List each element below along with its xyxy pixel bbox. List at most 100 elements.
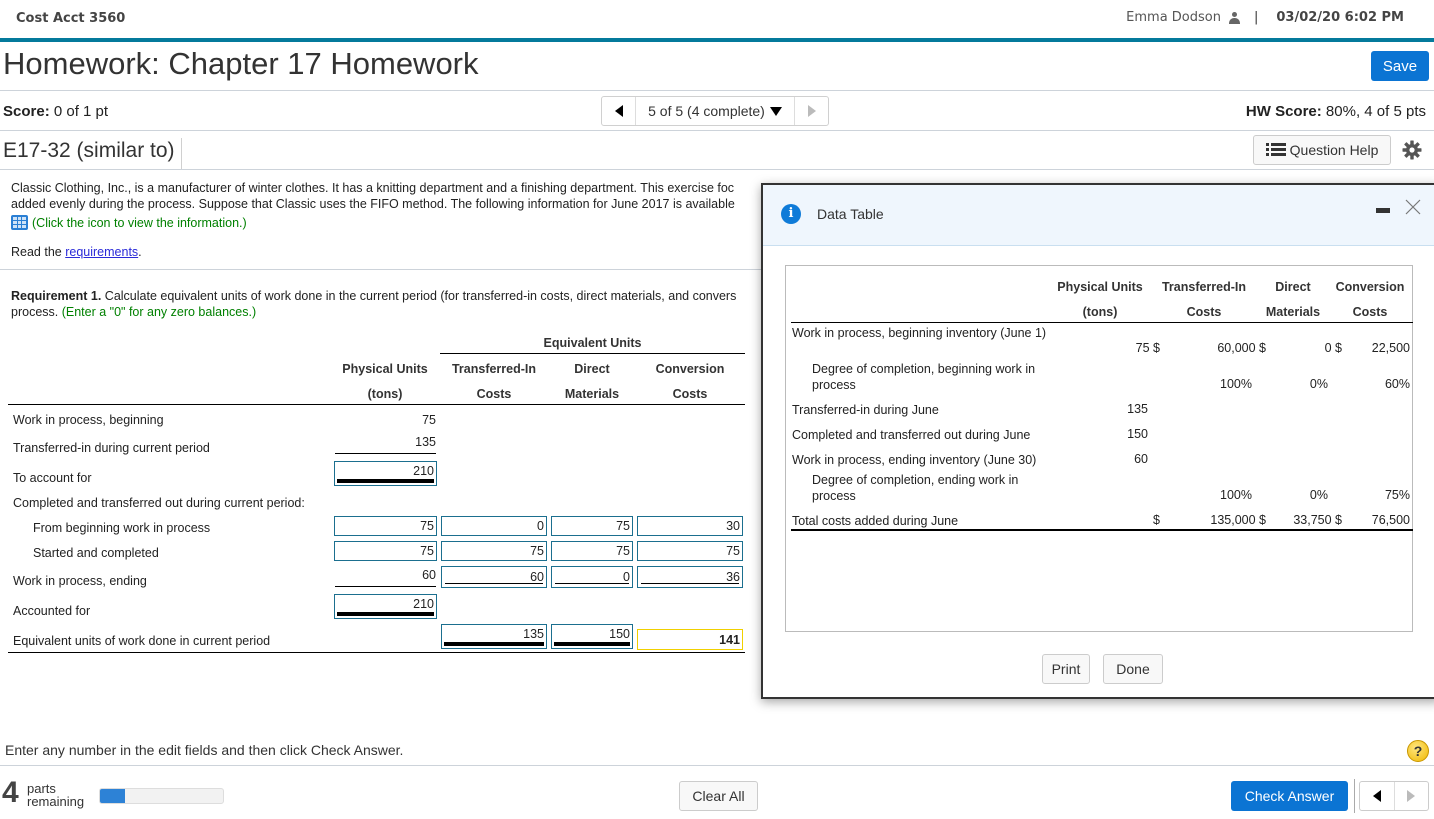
divider: [0, 169, 1434, 170]
arrow-left-icon: [614, 105, 623, 117]
requirement-hint: (Enter a "0" for any zero balances.): [61, 305, 257, 319]
beginning-wip-materials-input[interactable]: [551, 516, 633, 536]
caret-down-icon: [769, 106, 782, 116]
hw-score-label: HW Score:: [1245, 103, 1322, 120]
dt-col-header-physical: Physical Units: [1057, 280, 1143, 294]
next-part-button[interactable]: [1395, 782, 1429, 810]
section-label: Completed and transferred out during cur…: [13, 496, 305, 510]
row-label: Work in process, ending: [13, 574, 147, 588]
divider: [0, 269, 770, 270]
ending-wip-conversion-input[interactable]: [637, 566, 743, 588]
read-suffix: .: [138, 245, 142, 259]
dt-row-label: Total costs added during June: [792, 514, 959, 528]
col-header-physical-sub: (tons): [367, 387, 403, 401]
col-header-transferred: Transferred-In: [451, 362, 537, 376]
header-separator: |: [1253, 10, 1259, 25]
problem-statement: Classic Clothing, Inc., is a manufacture…: [11, 180, 771, 212]
dialog-header[interactable]: i Data Table: [763, 185, 1434, 246]
dt-col-header-transferred: Transferred-In: [1161, 280, 1247, 294]
read-prefix: Read the: [11, 245, 66, 259]
dt-header-rule: [791, 322, 1413, 323]
beginning-wip-transferred-input[interactable]: [441, 516, 547, 536]
requirement-body: Calculate equivalent units of work done …: [101, 289, 737, 303]
total-double-rule: [337, 612, 434, 616]
check-answer-button[interactable]: Check Answer: [1231, 781, 1348, 811]
ending-wip-physical-value: 60: [422, 568, 436, 582]
started-completed-conversion-input[interactable]: [637, 541, 743, 561]
subtotal-rule: [641, 583, 739, 584]
previous-part-button[interactable]: [1360, 782, 1395, 810]
data-table-dialog: i Data Table Physical Units (tons) Trans…: [761, 183, 1434, 699]
help-question-icon[interactable]: ?: [1407, 740, 1429, 762]
started-completed-materials-input[interactable]: [551, 541, 633, 561]
divider: [0, 90, 1434, 91]
dt-transferred: 100%: [1220, 488, 1252, 502]
instruction-text: Enter any number in the edit fields and …: [5, 742, 404, 758]
dialog-title: Data Table: [817, 206, 884, 222]
top-bar: Cost Acct 3560 Emma Dodson | 03/02/20 6:…: [0, 0, 1434, 42]
info-link-text: (Click the icon to view the information.…: [32, 215, 247, 230]
requirements-link[interactable]: requirements: [65, 245, 138, 259]
dt-materials: 0 $: [1324, 341, 1342, 355]
save-button[interactable]: Save: [1371, 51, 1429, 81]
list-icon: [1265, 143, 1286, 157]
dt-conversion: 60%: [1384, 377, 1410, 391]
dt-materials: 0%: [1309, 377, 1328, 391]
col-header-conversion: Conversion: [655, 362, 725, 376]
question-id: E17-32 (similar to): [3, 138, 182, 169]
problem-line: Classic Clothing, Inc., is a manufacture…: [11, 181, 735, 195]
ending-wip-transferred-input[interactable]: [441, 566, 547, 588]
gear-icon[interactable]: [1402, 140, 1422, 160]
requirement-text: Requirement 1. Calculate equivalent unit…: [11, 288, 761, 320]
beginning-wip-conversion-input[interactable]: [637, 516, 743, 536]
done-button[interactable]: Done: [1103, 654, 1163, 684]
user-name[interactable]: Emma Dodson: [1126, 10, 1221, 25]
beginning-wip-physical-input[interactable]: [334, 516, 437, 536]
dt-col-header-physical-sub: (tons): [1082, 305, 1118, 319]
previous-question-button[interactable]: [602, 97, 636, 125]
question-pager: 5 of 5 (4 complete): [601, 96, 829, 126]
dt-row-label: Completed and transferred out during Jun…: [792, 428, 1031, 442]
dt-materials: 33,750 $: [1293, 513, 1342, 527]
parts-remaining-label: parts remaining: [27, 782, 84, 808]
col-header-materials-sub: Materials: [564, 387, 620, 401]
parts-label-line2: remaining: [27, 794, 85, 809]
table-grid-icon[interactable]: [11, 215, 28, 230]
question-help-button[interactable]: Question Help: [1253, 135, 1391, 165]
dt-conversion: 76,500: [1371, 513, 1410, 527]
divider: [0, 130, 1434, 131]
col-header-materials: Direct: [574, 362, 610, 376]
clear-all-button[interactable]: Clear All: [679, 781, 758, 811]
page-title: Homework: Chapter 17 Homework: [3, 46, 479, 81]
hw-score: HW Score: 80%, 4 of 5 pts: [1246, 103, 1426, 120]
eu-conversion-input[interactable]: [637, 629, 743, 650]
physical-units-value: 75: [422, 413, 436, 427]
print-button[interactable]: Print: [1042, 654, 1090, 684]
started-completed-transferred-input[interactable]: [441, 541, 547, 561]
question-help-label: Question Help: [1289, 142, 1379, 158]
close-icon[interactable]: [1403, 197, 1423, 217]
dt-transferred: 135,000 $: [1210, 513, 1266, 527]
dt-col-header-conversion-sub: Costs: [1352, 305, 1388, 319]
requirement-label: Requirement 1.: [11, 289, 102, 303]
subtotal-rule: [445, 583, 543, 584]
next-question-button[interactable]: [794, 97, 828, 125]
dt-row-label: Work in process, beginning inventory (Ju…: [792, 326, 1047, 340]
col-header-physical: Physical Units: [342, 362, 428, 376]
col-header-conversion-sub: Costs: [672, 387, 708, 401]
question-selector[interactable]: 5 of 5 (4 complete): [636, 97, 794, 125]
dt-col-header-transferred-sub: Costs: [1186, 305, 1222, 319]
ending-wip-materials-input[interactable]: [551, 566, 633, 588]
dt-row-label: Degree of completion, ending work in pro…: [812, 473, 1019, 503]
view-information-link[interactable]: (Click the icon to view the information.…: [11, 215, 247, 230]
started-completed-physical-input[interactable]: [334, 541, 437, 561]
dt-col-header-conversion: Conversion: [1335, 280, 1405, 294]
score-label: Score:: [3, 103, 50, 120]
hw-score-value: 80%, 4 of 5 pts: [1325, 103, 1426, 120]
minimize-icon[interactable]: [1376, 208, 1390, 213]
equivalent-units-header: Equivalent Units: [543, 336, 642, 350]
header-rule: [440, 353, 745, 354]
dt-row-label: Transferred-in during June: [792, 403, 939, 417]
physical-units-value: 135: [415, 435, 436, 449]
bottom-rule: [8, 652, 745, 653]
